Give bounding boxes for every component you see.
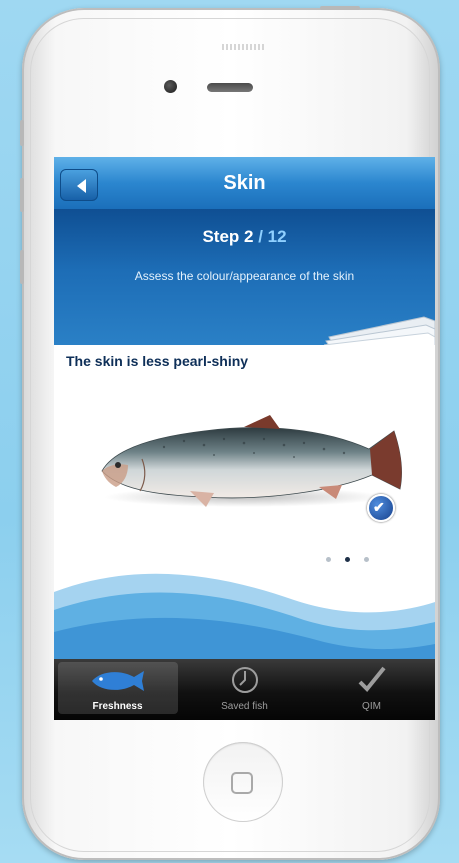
tab-freshness[interactable]: Freshness [54,659,181,720]
salmon-image [101,415,402,507]
front-camera [164,80,177,93]
page-title: Skin [223,172,266,194]
back-arrow-icon [77,179,86,193]
clock-icon [232,667,258,693]
checkmark-icon: ✔ [373,499,385,515]
page-dot-2-active [345,557,350,562]
page-indicator[interactable] [326,555,376,565]
mute-switch [20,120,24,146]
app-screen: Skin Step 2 / 12 Assess the colour/appea… [54,157,435,720]
volume-up-button [20,178,24,212]
tab-label-qim: QIM [362,701,381,712]
volume-down-button [20,250,24,284]
tab-label-freshness: Freshness [92,701,143,712]
proximity-sensor [222,44,264,50]
card-title: The skin is less pearl-shiny [66,353,249,369]
step-indicator: Step 2 / 12 [54,227,435,247]
home-square-icon [231,772,253,794]
page-dot-3 [364,557,369,562]
power-button [320,6,360,10]
back-button[interactable] [60,169,98,201]
page-dot-1 [326,557,331,562]
selected-check-badge[interactable]: ✔ [367,494,395,522]
checkmark-icon [358,666,386,692]
fish-icon [92,671,144,691]
tab-saved-fish[interactable]: Saved fish [181,659,308,720]
step-instruction: Assess the colour/appearance of the skin [134,269,355,283]
wave-decoration [54,573,435,662]
step-total: / 12 [253,227,287,246]
earpiece-speaker [207,83,253,92]
tab-label-saved-fish: Saved fish [221,701,268,712]
tab-bar: Freshness Saved fish QIM [54,659,435,720]
paper-sheets-decoration [324,316,435,347]
tab-qim[interactable]: QIM [308,659,435,720]
step-current: Step 2 [202,227,254,246]
